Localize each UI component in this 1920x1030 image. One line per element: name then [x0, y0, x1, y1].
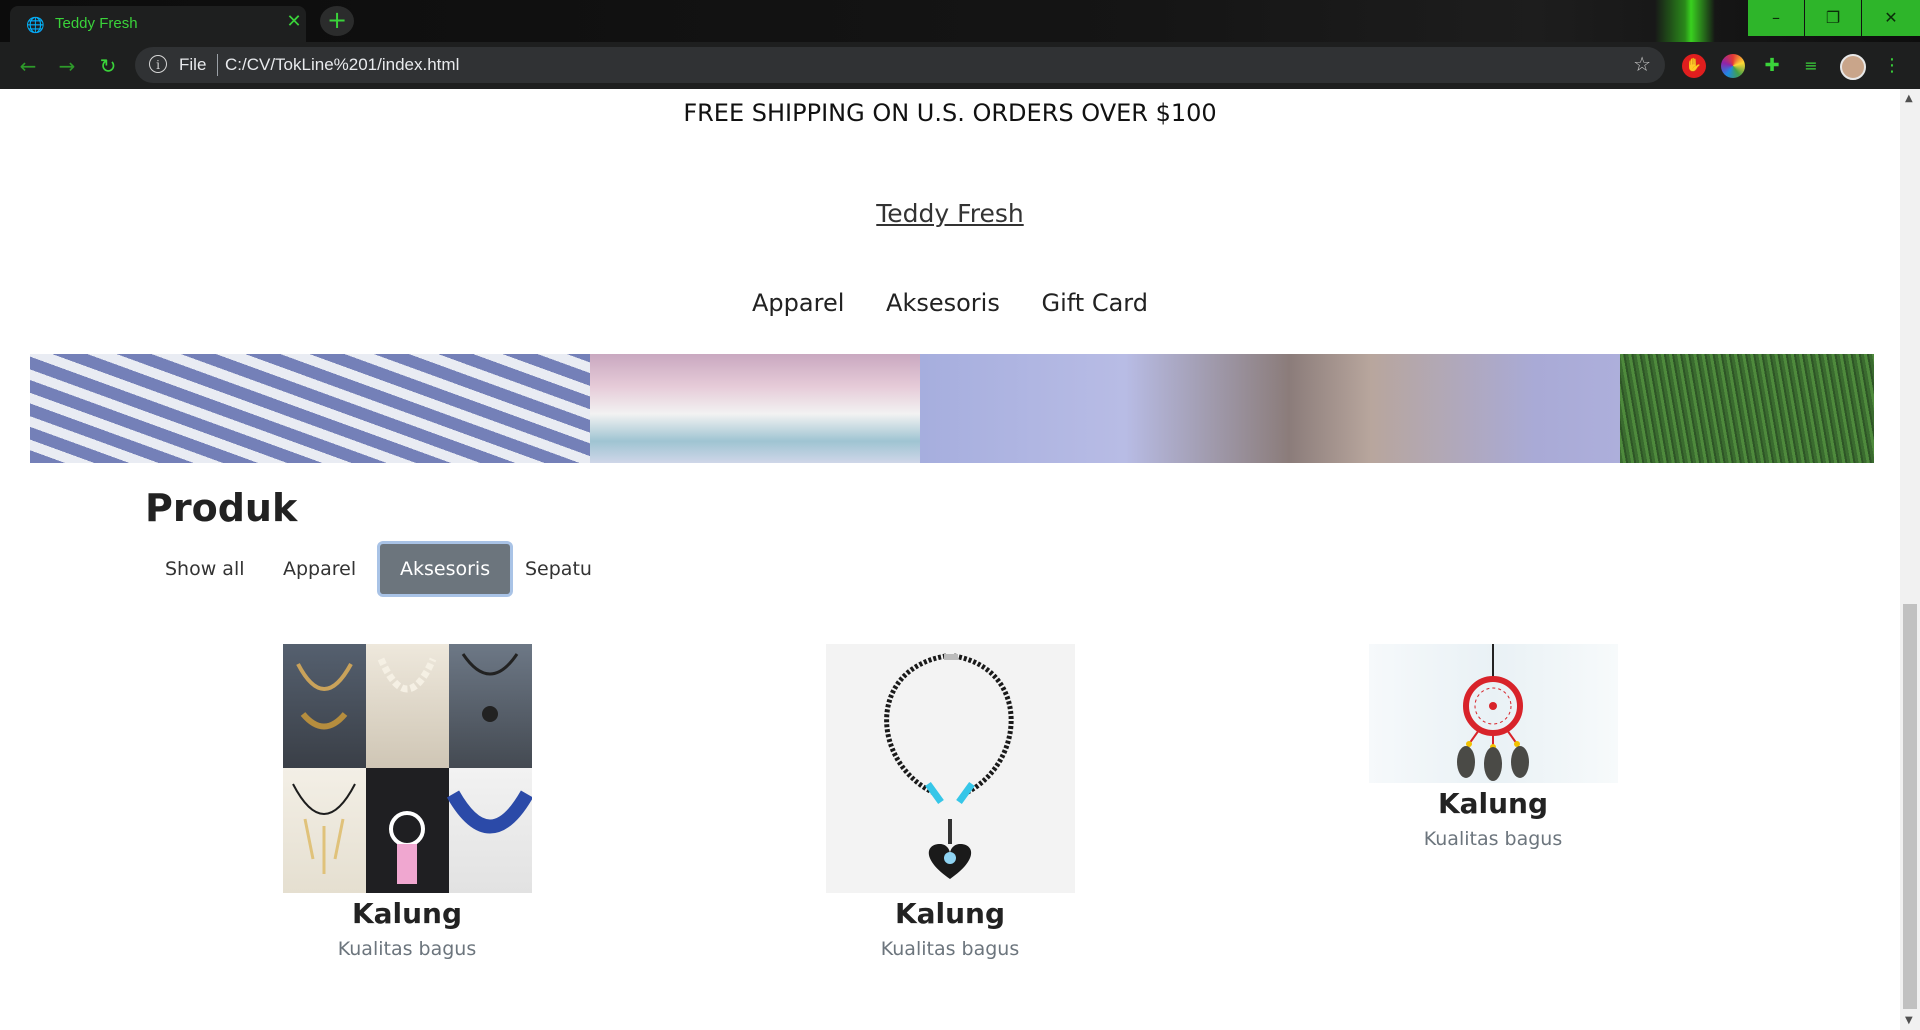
browser-chrome: 🌐 Teddy Fresh ✕ + – ❐ ✕ ← → ↻ i File C:/… — [0, 0, 1920, 89]
adblock-extension-icon[interactable]: ✋ — [1682, 54, 1706, 78]
product-card[interactable]: Kalung Kualitas bagus — [825, 644, 1075, 960]
browser-toolbar: ← → ↻ i File C:/CV/TokLine%201/index.htm… — [0, 42, 1920, 89]
address-bar[interactable]: i File C:/CV/TokLine%201/index.html ☆ — [135, 47, 1665, 83]
product-name: Kalung — [1437, 787, 1549, 820]
products-heading: Produk — [145, 486, 298, 530]
scroll-down-icon[interactable]: ▼ — [1905, 1015, 1913, 1026]
filter-apparel[interactable]: Apparel — [263, 541, 376, 597]
page-scrollbar[interactable]: ▲ ▼ — [1900, 89, 1920, 1030]
main-nav: Apparel Aksesoris Gift Card — [0, 289, 1900, 317]
color-extension-icon[interactable] — [1721, 54, 1745, 78]
info-icon[interactable]: i — [149, 55, 167, 73]
brand-logo-link-wrapper: Teddy Fresh — [0, 199, 1900, 228]
tab-title: Teddy Fresh — [55, 15, 138, 32]
close-window-button[interactable]: ✕ — [1862, 0, 1920, 36]
product-card[interactable]: Kalung Kualitas bagus — [282, 644, 532, 960]
filter-show-all[interactable]: Show all — [145, 541, 265, 597]
back-icon[interactable]: ← — [14, 54, 42, 78]
menu-kebab-icon[interactable]: ⋮ — [1880, 54, 1904, 78]
url-scheme: File — [179, 55, 207, 74]
product-name: Kalung — [351, 897, 463, 930]
media-queue-icon[interactable]: ≡ — [1799, 54, 1823, 78]
product-name: Kalung — [894, 897, 1006, 930]
filter-sepatu[interactable]: Sepatu — [505, 541, 612, 597]
bookmark-star-icon[interactable]: ☆ — [1633, 52, 1651, 76]
profile-avatar[interactable] — [1840, 54, 1866, 80]
new-tab-button[interactable]: + — [320, 6, 354, 36]
reload-icon[interactable]: ↻ — [94, 54, 122, 78]
web-page: FREE SHIPPING ON U.S. ORDERS OVER $100 T… — [0, 89, 1900, 1030]
url-text[interactable]: C:/CV/TokLine%201/index.html — [225, 55, 459, 75]
product-image[interactable] — [282, 644, 532, 893]
globe-icon: 🌐 — [26, 16, 45, 34]
product-description: Kualitas bagus — [337, 938, 477, 960]
puzzle-extension-icon[interactable]: ✚ — [1760, 54, 1784, 78]
product-description: Kualitas bagus — [880, 938, 1020, 960]
tab-close-icon[interactable]: ✕ — [284, 12, 304, 32]
product-card[interactable]: Kalung Kualitas bagus — [1368, 644, 1618, 850]
product-image[interactable] — [825, 644, 1075, 893]
tab-strip: 🌐 Teddy Fresh ✕ + – ❐ ✕ — [0, 0, 1920, 42]
url-divider — [217, 54, 218, 76]
hero-image — [30, 354, 1874, 463]
forward-icon[interactable]: → — [53, 54, 81, 78]
product-image[interactable] — [1368, 644, 1618, 783]
browser-tab[interactable]: 🌐 Teddy Fresh ✕ — [10, 6, 306, 42]
nav-item-gift-card[interactable]: Gift Card — [1041, 289, 1147, 317]
necklace-image — [883, 653, 1014, 879]
restore-button[interactable]: ❐ — [1805, 0, 1861, 36]
nav-item-apparel[interactable]: Apparel — [752, 289, 844, 317]
theme-glow — [1655, 0, 1715, 42]
product-description: Kualitas bagus — [1423, 828, 1563, 850]
necklace-collage — [291, 653, 532, 884]
promo-banner: FREE SHIPPING ON U.S. ORDERS OVER $100 — [683, 99, 1217, 127]
scroll-up-icon[interactable]: ▲ — [1905, 93, 1913, 104]
dreamcatcher-image — [1456, 644, 1529, 781]
minimize-button[interactable]: – — [1748, 0, 1804, 36]
scrollbar-thumb[interactable] — [1903, 604, 1917, 1009]
nav-item-aksesoris[interactable]: Aksesoris — [886, 289, 1000, 317]
filter-aksesoris[interactable]: Aksesoris — [377, 541, 514, 597]
brand-link[interactable]: Teddy Fresh — [876, 199, 1023, 228]
